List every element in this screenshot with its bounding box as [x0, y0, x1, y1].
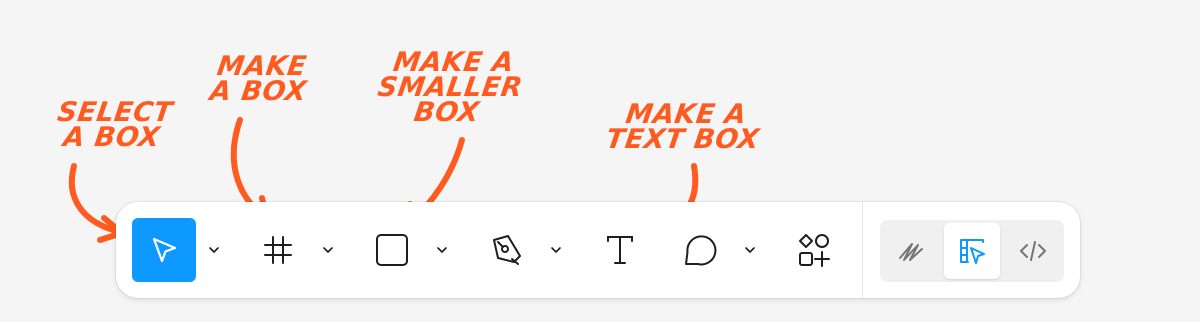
rectangle-tool-dropdown[interactable] — [433, 240, 451, 260]
chevron-down-icon — [209, 247, 219, 253]
comment-tool[interactable] — [668, 218, 732, 282]
rectangle-tool[interactable] — [360, 218, 424, 282]
cursor-arrow-icon — [152, 237, 177, 263]
rounded-square-icon — [376, 234, 408, 266]
pen-nib-icon — [493, 235, 521, 265]
bottom-toolbar — [116, 202, 1080, 298]
frame-tool-dropdown[interactable] — [319, 240, 337, 260]
frame-tool[interactable] — [246, 218, 310, 282]
move-tool[interactable] — [132, 218, 196, 282]
pen-tool-dropdown[interactable] — [547, 240, 565, 260]
chevron-down-icon — [323, 247, 333, 253]
design-cursor-icon — [960, 239, 985, 264]
resources-tool[interactable] — [782, 218, 846, 282]
code-brackets-icon — [1020, 241, 1046, 261]
move-tool-dropdown[interactable] — [205, 240, 223, 260]
draw-mode-button[interactable] — [883, 223, 939, 279]
chevron-down-icon — [437, 247, 447, 253]
frame-hash-icon — [264, 236, 292, 264]
dev-mode-button[interactable] — [1005, 223, 1061, 279]
comment-tool-dropdown[interactable] — [741, 240, 759, 260]
shapes-plus-icon — [799, 234, 830, 267]
chevron-down-icon — [551, 247, 561, 253]
toolbar-divider — [862, 202, 863, 298]
text-tool[interactable] — [588, 218, 652, 282]
text-t-icon — [607, 236, 633, 264]
pen-tool[interactable] — [474, 218, 538, 282]
speech-bubble-icon — [685, 235, 717, 266]
scribble-icon — [899, 243, 923, 261]
mode-switcher — [880, 220, 1064, 282]
design-mode-button[interactable] — [944, 223, 1000, 279]
chevron-down-icon — [745, 247, 755, 253]
